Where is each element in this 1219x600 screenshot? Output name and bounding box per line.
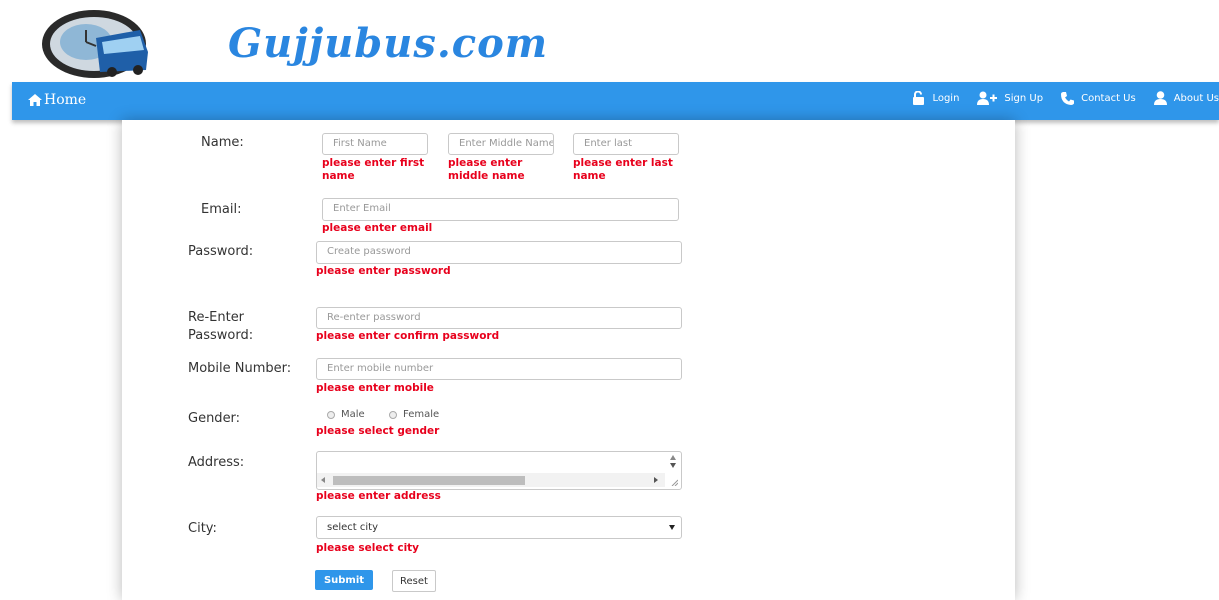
city-error: please select city — [316, 542, 420, 554]
nav-contact-label: Contact Us — [1081, 92, 1136, 104]
last-name-error: please enter last name — [573, 157, 673, 182]
gender-error: please select gender — [316, 425, 440, 437]
site-logo — [36, 8, 154, 80]
mobile-label: Mobile Number: — [188, 361, 292, 376]
reset-button[interactable]: Reset — [392, 570, 436, 592]
mobile-error: please enter mobile — [316, 382, 434, 394]
nav-login-label: Login — [932, 92, 960, 104]
first-name-input[interactable]: First Name — [322, 133, 428, 155]
name-label: Name: — [201, 135, 244, 150]
email-error: please enter email — [322, 222, 433, 234]
repassword-label-line2: Password: — [188, 328, 254, 343]
middle-name-input[interactable]: Enter Middle Name — [448, 133, 554, 155]
nav-about[interactable]: About Us — [1153, 91, 1219, 105]
scroll-down-icon — [670, 463, 676, 468]
male-label: Male — [341, 409, 365, 420]
scroll-up-icon — [670, 455, 676, 460]
repassword-input[interactable]: Re-enter password — [316, 307, 682, 329]
last-name-input[interactable]: Enter last — [573, 133, 679, 155]
scroll-left-icon — [321, 477, 325, 483]
middle-name-error: please enter middle name — [448, 157, 525, 182]
nav-contact[interactable]: Contact Us — [1061, 91, 1136, 105]
female-label: Female — [403, 409, 440, 420]
gender-label: Gender: — [188, 411, 241, 426]
first-name-error: please enter first name — [322, 157, 425, 182]
user-icon — [1153, 91, 1167, 105]
mobile-input[interactable]: Enter mobile number — [316, 358, 682, 380]
nav-about-label: About Us — [1173, 92, 1219, 104]
password-label: Password: — [188, 244, 254, 259]
home-icon — [28, 94, 42, 106]
nav-login[interactable]: Login — [912, 91, 959, 105]
city-select[interactable]: select city — [316, 516, 682, 539]
phone-icon — [1061, 91, 1075, 105]
repassword-error: please enter confirm password — [316, 330, 500, 342]
email-label: Email: — [201, 202, 242, 217]
city-label: City: — [188, 521, 217, 536]
address-vertical-scrollbar[interactable] — [667, 454, 679, 471]
female-radio[interactable] — [389, 410, 397, 419]
password-input[interactable]: Create password — [316, 241, 682, 264]
address-horizontal-scrollbar[interactable] — [317, 473, 665, 487]
nav-signup-label: Sign Up — [1004, 92, 1044, 104]
horizontal-scroll-thumb[interactable] — [333, 476, 525, 485]
nav-right-menu: Login Sign Up Contact Us About Us — [894, 91, 1219, 105]
chevron-down-icon — [669, 525, 675, 530]
male-radio[interactable] — [327, 410, 335, 419]
top-navbar: Home Login Sign Up Contact Us About Us — [12, 82, 1219, 120]
home-link[interactable]: Home — [28, 92, 86, 108]
scroll-right-icon — [654, 477, 658, 483]
submit-button[interactable]: Submit — [315, 570, 373, 590]
gender-male-option[interactable]: Male — [327, 409, 365, 420]
add-user-icon — [977, 91, 998, 105]
address-error: please enter address — [316, 490, 441, 502]
city-select-value: select city — [327, 522, 379, 533]
site-title: Gujjubus.com — [228, 20, 549, 67]
gender-female-option[interactable]: Female — [389, 409, 439, 420]
password-error: please enter password — [316, 265, 451, 277]
resize-handle-icon[interactable] — [671, 479, 678, 486]
unlock-icon — [913, 91, 925, 105]
repassword-label-line1: Re-Enter — [188, 310, 245, 325]
email-input[interactable]: Enter Email — [322, 198, 679, 221]
home-label: Home — [44, 92, 87, 108]
address-label: Address: — [188, 455, 245, 470]
address-textarea[interactable] — [316, 451, 682, 490]
nav-signup[interactable]: Sign Up — [977, 91, 1043, 105]
